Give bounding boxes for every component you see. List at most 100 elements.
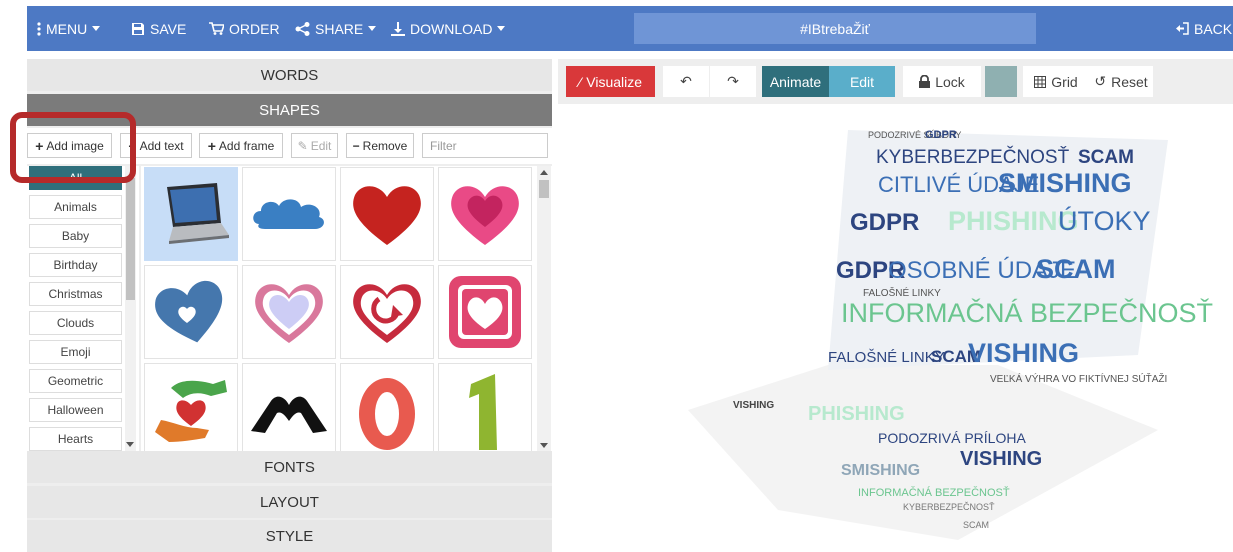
category-item-halloween[interactable]: Halloween [29,398,122,422]
category-item-clouds[interactable]: Clouds [29,311,122,335]
cloud-word: GDPR [850,209,919,236]
category-item-animals[interactable]: Animals [29,195,122,219]
scrollbar-thumb[interactable] [539,180,549,198]
top-navbar: MENU SAVE ORDER SHARE DOWNLOAD #IBtrebaŽ… [27,6,1233,51]
download-button[interactable]: DOWNLOAD [391,6,506,51]
menu-button[interactable]: MENU [37,6,101,51]
lock-label: Lock [935,73,965,90]
cloud-word: SMISHING [841,462,920,479]
cloud-word: VISHING [968,338,1079,368]
layout-section-header[interactable]: LAYOUT [27,486,552,518]
cloud-icon [253,199,324,229]
shape-heart-red[interactable] [340,167,434,261]
pencil-icon: ✎ [297,138,308,153]
category-item-geometric[interactable]: Geometric [29,369,122,393]
category-label: Baby [61,229,90,243]
remove-shape-button[interactable]: − Remove [346,133,414,158]
grid-label: Grid [1051,73,1078,90]
shape-heart-square[interactable] [438,265,532,359]
vertical-dots-icon [37,21,41,36]
caret-down-icon [497,26,506,31]
shape-heart-arrow[interactable] [340,265,434,359]
category-scrollbar[interactable] [125,166,136,453]
shapes-section-label: SHAPES [259,101,320,119]
cloud-word: PODOZRIVÁ PRÍLOHA [878,430,1026,446]
lock-icon [919,75,931,88]
category-item-birthday[interactable]: Birthday [29,253,122,277]
hands-heart-icon [155,380,227,442]
scroll-down-arrow-icon[interactable] [540,443,548,448]
save-button[interactable]: SAVE [131,6,186,51]
hands-heart-black-icon [251,396,327,433]
shapes-scrollbar[interactable] [537,166,551,453]
shape-number-zero[interactable] [340,363,434,453]
shapes-grid [141,166,552,453]
animate-button[interactable]: Animate [762,66,829,97]
reset-icon: ↺ [1094,73,1107,89]
highlight-annotation [10,112,136,183]
cloud-word: KYBERBEZPEČNOSŤ [903,502,995,512]
number-one-icon [469,374,497,450]
category-item-baby[interactable]: Baby [29,224,122,248]
floppy-disk-icon [132,22,144,35]
grid-button[interactable]: Grid [1023,66,1089,97]
heart-outline-pink-icon [255,284,323,343]
fonts-section-header[interactable]: FONTS [27,451,552,483]
minus-icon: − [352,138,360,153]
reset-button[interactable]: ↺ Reset [1089,66,1153,97]
edit-shape-button[interactable]: ✎ Edit [291,133,338,158]
redo-button[interactable]: ↷ [710,66,756,97]
sign-out-icon [1176,22,1189,35]
number-zero-icon [359,378,415,450]
add-text-label: Add text [139,138,184,153]
edit-mode-button[interactable]: Edit [829,66,895,97]
shape-cloud[interactable] [242,167,336,261]
order-label: ORDER [229,20,280,37]
category-label: Birthday [53,258,98,272]
category-item-christmas[interactable]: Christmas [29,282,122,306]
order-button[interactable]: ORDER [209,6,280,51]
shape-laptop[interactable] [144,167,238,261]
laptop-icon [167,183,229,244]
share-icon [295,21,310,36]
undo-button[interactable]: ↶ [663,66,709,97]
cloud-word: SMISHING [998,168,1132,198]
visualize-button[interactable]: ⁄ Visualize [566,66,655,97]
shape-hands-heart[interactable] [144,363,238,453]
scrollbar-thumb[interactable] [126,178,135,300]
category-label: Christmas [48,287,103,301]
scroll-up-arrow-icon[interactable] [540,170,548,175]
lock-button[interactable]: Lock [903,66,981,97]
words-section-header[interactable]: WORDS [27,59,552,91]
cloud-word: PHISHING [808,403,905,425]
color-swatch-button[interactable] [985,66,1017,97]
shape-heart-outline-pink[interactable] [242,265,336,359]
word-cloud-canvas[interactable]: PODOZRIVÉ SÚBORY GDPR KYBERBEZPEČNOSŤ SC… [558,110,1233,552]
shape-heart-pink-double[interactable] [438,167,532,261]
scroll-down-arrow-icon[interactable] [126,442,134,447]
filter-input[interactable]: Filter [422,133,548,158]
layout-section-label: LAYOUT [260,493,319,511]
category-item-emoji[interactable]: Emoji [29,340,122,364]
cloud-title-field[interactable]: #IBtrebaŽiť [634,13,1036,44]
category-list: All Animals Baby Birthday Christmas Clou… [27,166,139,453]
shopping-cart-icon [209,22,224,35]
shape-number-one[interactable] [438,363,532,453]
cloud-title: #IBtrebaŽiť [800,20,870,37]
cloud-word: GDPR [925,129,957,141]
edit-shape-label: Edit [310,138,332,153]
cloud-word: KYBERBEZPEČNOSŤ [876,146,1070,168]
share-button[interactable]: SHARE [295,6,377,51]
download-icon [391,21,405,36]
category-item-hearts[interactable]: Hearts [29,427,122,451]
shape-heart-blue[interactable] [144,265,238,359]
add-frame-button[interactable]: + Add frame [199,133,283,158]
back-button[interactable]: BACK [1176,6,1232,51]
add-frame-label: Add frame [218,138,275,153]
shape-hands-heart-black[interactable] [242,363,336,453]
share-label: SHARE [315,20,364,37]
style-section-header[interactable]: STYLE [27,520,552,552]
save-label: SAVE [150,20,187,37]
cloud-word: SCAM [963,520,989,530]
cloud-word: VISHING [733,400,774,411]
